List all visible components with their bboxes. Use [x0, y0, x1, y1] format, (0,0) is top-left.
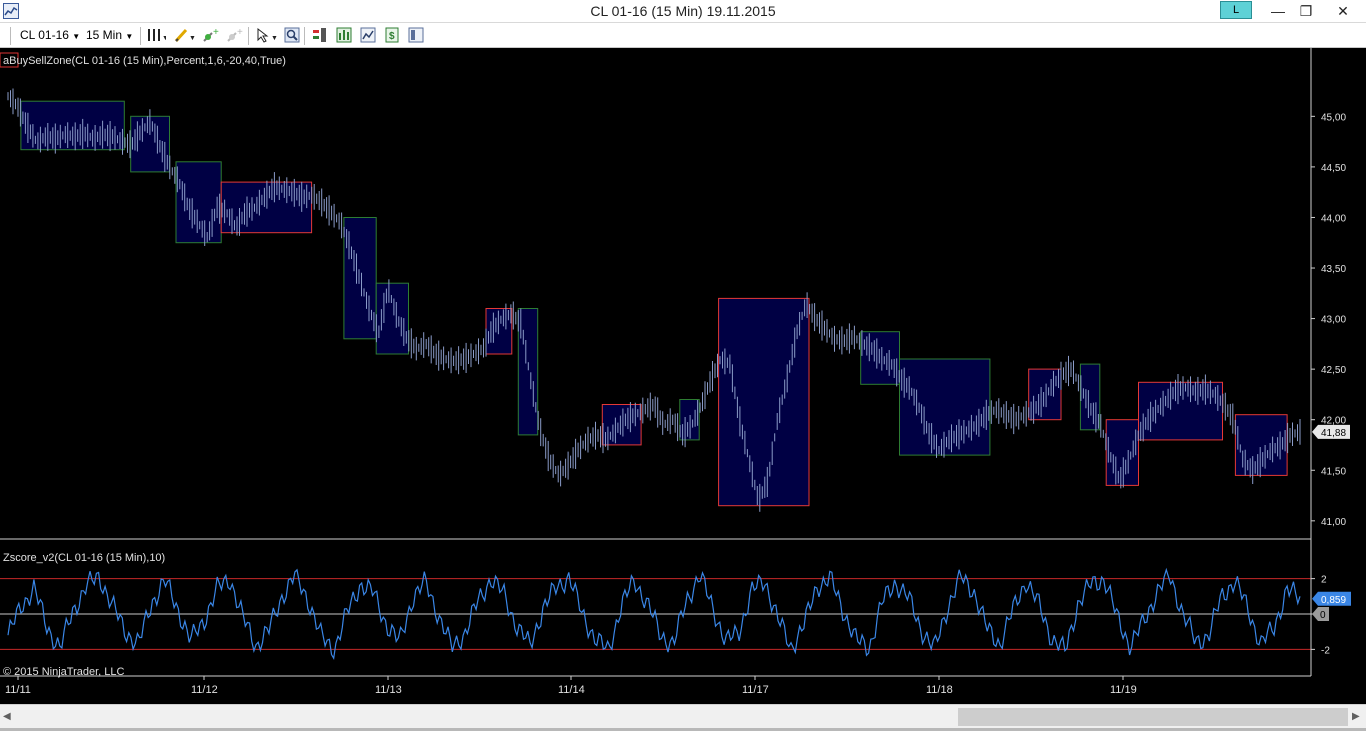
- price-tick-label: 44,50: [1321, 163, 1346, 174]
- toolbar-separator: [10, 27, 11, 45]
- last-price-marker: 41,88: [1312, 424, 1350, 439]
- order-icon[interactable]: $: [384, 27, 400, 43]
- sell-zone: [718, 297, 810, 507]
- zoom-icon[interactable]: [284, 27, 300, 43]
- time-tick-label: 11/13: [375, 684, 402, 696]
- maximize-button[interactable]: ❐: [1292, 0, 1320, 22]
- close-button[interactable]: ✕: [1320, 0, 1366, 22]
- horizontal-scrollbar[interactable]: ◀ ▶: [0, 704, 1366, 728]
- time-tick-label: 11/12: [191, 684, 218, 696]
- cursor-icon[interactable]: ▼: [256, 27, 278, 43]
- draw-pencil-icon[interactable]: ▼: [174, 27, 196, 43]
- buy-zone: [899, 358, 991, 456]
- toolbar-separator: [304, 27, 305, 45]
- copyright-text: © 2015 NinjaTrader, LLC: [3, 666, 124, 678]
- link-button[interactable]: L: [1220, 1, 1252, 19]
- svg-text:▼: ▼: [189, 35, 196, 42]
- price-tick-label: 42,50: [1321, 365, 1346, 376]
- period-selector[interactable]: 15 Min ▼: [86, 27, 133, 44]
- time-tick-label: 11/14: [558, 684, 585, 696]
- instrument-selector[interactable]: CL 01-16 ▼: [20, 27, 80, 44]
- time-tick-label: 11/17: [742, 684, 769, 696]
- window-title: CL 01-16 (15 Min) 19.11.2015: [590, 3, 776, 19]
- svg-text:+: +: [213, 27, 219, 38]
- price-tick-label: 43,00: [1321, 315, 1346, 326]
- minimize-button[interactable]: —: [1264, 0, 1292, 22]
- template-icon[interactable]: [360, 27, 376, 43]
- price-tick-label: 45,00: [1321, 112, 1346, 123]
- chevron-down-icon: ▼: [125, 32, 134, 41]
- chart-area[interactable]: 45,00 44,50 44,00 43,50 43,00 42,50 42,00 41,50…: [0, 48, 1366, 704]
- toolbar: CL 01-16 ▼ 15 Min ▼ ▼ ▼ + + ▼ $: [0, 23, 1366, 48]
- scroll-right-arrow-icon[interactable]: ▶: [1352, 708, 1364, 726]
- strategy-icon[interactable]: +: [226, 27, 243, 43]
- instrument-label: CL 01-16: [20, 28, 69, 42]
- buy-zone: [175, 161, 222, 244]
- period-label: 15 Min: [86, 28, 123, 42]
- data-box-icon[interactable]: [336, 27, 352, 43]
- toolbar-separator: [140, 27, 141, 45]
- zscore-value-label: 0,859: [1321, 595, 1346, 606]
- svg-text:▼: ▼: [271, 35, 278, 42]
- scroll-left-arrow-icon[interactable]: ◀: [3, 708, 15, 726]
- oscillator-label: Zscore_v2(CL 01-16 (15 Min),10): [3, 552, 165, 564]
- chevron-down-icon: ▼: [72, 32, 81, 41]
- price-tick-label: 44,00: [1321, 213, 1346, 224]
- add-indicator-icon[interactable]: +: [202, 27, 219, 43]
- properties-icon[interactable]: [408, 27, 424, 43]
- time-tick-label: 11/19: [1110, 684, 1137, 696]
- price-tick-label: 41,00: [1321, 517, 1346, 528]
- chart-trader-icon[interactable]: [312, 27, 328, 43]
- zscore-tick-label: 2: [1321, 575, 1327, 586]
- svg-text:▼: ▼: [162, 35, 166, 42]
- svg-text:$: $: [389, 31, 395, 42]
- scrollbar-thumb[interactable]: [958, 708, 1348, 726]
- zscore-tick-label: -2: [1321, 645, 1330, 656]
- price-tick-label: 41,50: [1321, 466, 1346, 477]
- price-tick-label: 43,50: [1321, 264, 1346, 275]
- title-bar: CL 01-16 (15 Min) 19.11.2015 L — ❐ ✕: [0, 0, 1366, 23]
- chart-canvas[interactable]: 45,0044,5044,0043,5043,0042,5042,0041,50…: [0, 48, 1366, 704]
- time-tick-label: 11/11: [5, 684, 31, 696]
- last-price-label: 41,88: [1321, 428, 1346, 439]
- svg-text:+: +: [237, 27, 243, 38]
- bar-style-icon[interactable]: ▼: [146, 27, 169, 43]
- toolbar-separator: [248, 27, 249, 45]
- zero-label: 0: [1320, 610, 1326, 621]
- indicator-label: aBuySellZone(CL 01-16 (15 Min),Percent,1…: [3, 55, 286, 67]
- time-tick-label: 11/18: [926, 684, 953, 696]
